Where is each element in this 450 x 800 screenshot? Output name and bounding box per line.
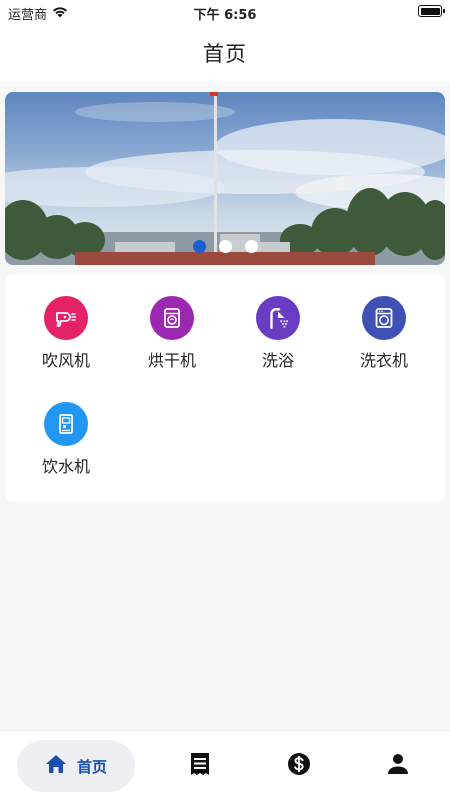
water-dispenser-icon: [44, 402, 88, 446]
service-label: 洗衣机: [359, 351, 408, 370]
tab-home-label: 首页: [76, 757, 107, 776]
carousel-dot-1[interactable]: [193, 240, 206, 253]
carousel-dot-3[interactable]: [245, 240, 258, 253]
hair-dryer-icon: [44, 296, 88, 340]
services-card: 吹风机 烘干机 洗浴 洗衣机 饮水机: [5, 274, 445, 502]
tab-wallet[interactable]: [287, 752, 311, 780]
tab-bar: 首页: [0, 730, 450, 800]
page-title: 首页: [203, 42, 247, 66]
dryer-icon: [150, 296, 194, 340]
nav-bar: 首页: [0, 24, 450, 82]
dollar-icon: [287, 752, 311, 780]
service-label: 饮水机: [41, 457, 90, 476]
tab-profile[interactable]: [386, 754, 410, 778]
tab-orders[interactable]: [188, 752, 212, 780]
shower-icon: [256, 296, 300, 340]
washing-machine-icon: [362, 296, 406, 340]
receipt-icon: [189, 752, 211, 780]
home-icon: [45, 754, 67, 778]
carousel-dot-2[interactable]: [219, 240, 232, 253]
battery-icon: [418, 5, 445, 17]
status-time: 下午 6:56: [193, 8, 257, 23]
banner-carousel[interactable]: [5, 92, 445, 265]
service-water-dispenser[interactable]: 饮水机: [11, 380, 121, 480]
person-icon: [387, 753, 409, 779]
service-dryer[interactable]: 烘干机: [117, 274, 227, 374]
service-label: 吹风机: [41, 351, 90, 370]
carousel-dots: [193, 240, 258, 253]
service-label: 洗浴: [261, 351, 294, 370]
status-bar: 运营商 下午 6:56: [0, 0, 450, 24]
service-label: 烘干机: [147, 351, 196, 370]
service-shower[interactable]: 洗浴: [223, 274, 333, 374]
service-washing-machine[interactable]: 洗衣机: [329, 274, 439, 374]
service-hair-dryer[interactable]: 吹风机: [11, 274, 121, 374]
tab-home[interactable]: 首页: [17, 740, 135, 792]
